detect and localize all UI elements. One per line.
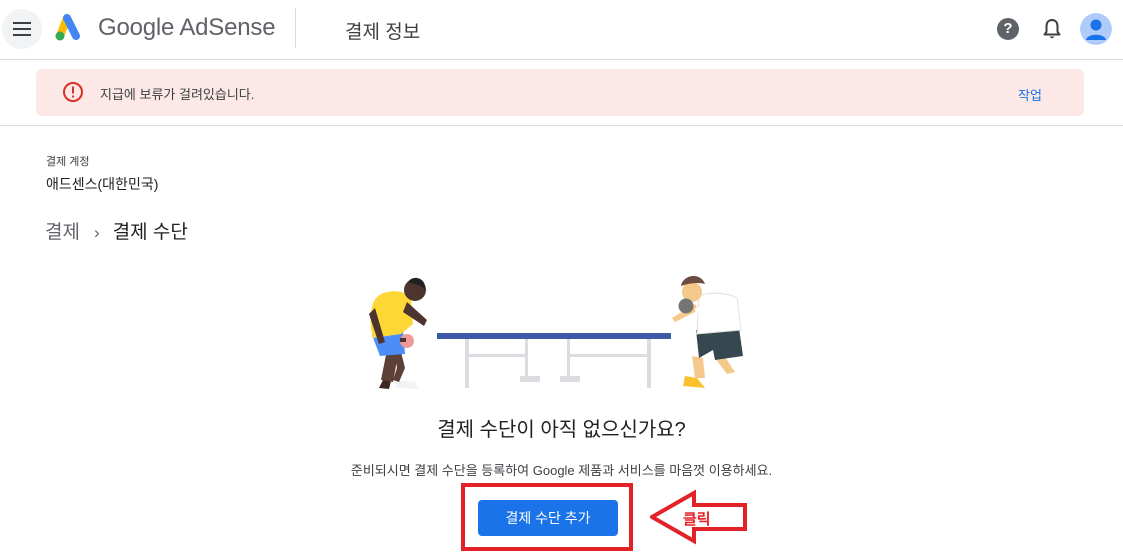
breadcrumb-parent[interactable]: 결제 — [45, 222, 80, 243]
add-payment-method-button[interactable]: 결제 수단 추가 — [478, 500, 618, 536]
alert-message: 지급에 보류가 걸려있습니다. — [100, 87, 255, 102]
section-divider — [0, 125, 1123, 126]
empty-state-title: 결제 수단이 아직 없으신가요? — [437, 419, 686, 441]
right-player-figure — [672, 275, 743, 388]
payments-account-value: 애드센스(대한민국) — [46, 176, 159, 192]
product-name: Google AdSense — [98, 14, 276, 41]
annotation-click-label: 클릭 — [683, 511, 711, 528]
chevron-right-icon: › — [93, 223, 100, 242]
ping-pong-table — [437, 333, 671, 388]
payments-account-label: 결제 계정 — [46, 156, 90, 168]
alert-action-link[interactable]: 작업 — [1018, 85, 1042, 104]
ping-pong-illustration — [369, 275, 743, 389]
adsense-logo-icon — [55, 14, 80, 41]
header-divider — [295, 8, 296, 48]
menu-icon-line — [13, 34, 31, 36]
user-avatar[interactable] — [1080, 13, 1112, 45]
main-menu-button[interactable] — [2, 9, 42, 49]
top-app-bar: Google AdSense 결제 정보 ? — [0, 0, 1123, 60]
left-player-figure — [369, 277, 427, 389]
breadcrumb-current: 결제 수단 — [112, 222, 188, 243]
error-icon — [63, 82, 83, 102]
notifications-bell-icon[interactable] — [1041, 17, 1063, 41]
empty-state-description: 준비되시면 결제 수단을 등록하여 Google 제품과 서비스를 마음껏 이용… — [350, 463, 773, 478]
payment-hold-alert: 지급에 보류가 걸려있습니다. 작업 — [36, 69, 1084, 116]
breadcrumb: 결제 › 결제 수단 — [45, 217, 188, 244]
menu-icon-line — [13, 22, 31, 24]
help-icon[interactable]: ? — [997, 18, 1019, 40]
page-title: 결제 정보 — [345, 22, 421, 43]
menu-icon-line — [13, 28, 31, 30]
